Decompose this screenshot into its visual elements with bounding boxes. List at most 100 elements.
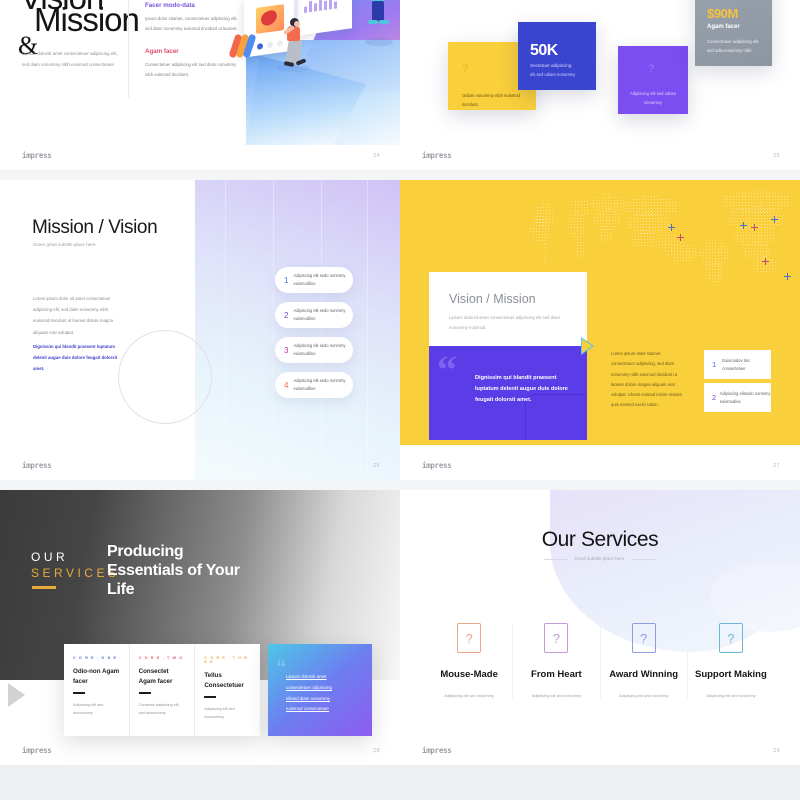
brand-logo: impress xyxy=(22,746,52,755)
numbered-pill-1[interactable]: 1 Adipiscing elit sedo nonmmy euismodlin… xyxy=(275,267,353,293)
map-pin-6[interactable] xyxy=(762,258,769,265)
pill-text: Adipiscing elit sedo nonmmy euismodlino xyxy=(293,273,346,286)
slide4-white-card: Vision / Mission Lipsum dolorsit amet co… xyxy=(429,272,587,346)
pill-text: Adipiscing elit sedo nonmmy euismodlino xyxy=(293,343,346,356)
quote-mark-icon: “ xyxy=(437,347,457,392)
feature-title: Support Making xyxy=(694,669,767,680)
slide5-gradient-links-card: “ Lipsum dolorsit amet consectetuer adip… xyxy=(268,644,372,736)
box-text: Euismodov tinc consectetuer xyxy=(722,357,751,371)
map-pin-4[interactable] xyxy=(751,224,758,231)
pill-number: 3 xyxy=(284,345,289,355)
link-item[interactable]: Lipsum dolorsit amet xyxy=(286,672,364,683)
slide-thumbnail-kpi-cards[interactable]: nibh euismod consectetuer. ? Odiam nonum… xyxy=(400,0,800,170)
core-card-one[interactable]: C O R E . O N E Odio-non Agam facer Adip… xyxy=(64,644,130,736)
core-card-rule xyxy=(204,696,217,699)
kpi-card-blue-body: elit sed odiam nonummy xyxy=(530,72,576,77)
slide3-paragraph-accent: Dignissim qui blandit praesent luptatum … xyxy=(33,344,118,372)
slide-page-number: 29 xyxy=(773,748,780,754)
core-card-rule xyxy=(73,692,85,695)
slide-deck-grid: Vision Mission & Lipsum dolorsit amet co… xyxy=(0,0,800,800)
deck-row-gap xyxy=(0,170,800,180)
play-button-inner xyxy=(582,339,592,353)
slide3-title: Mission / Vision xyxy=(32,217,158,238)
core-card-kicker: C O R E . T H R E E xyxy=(204,656,249,664)
slide3-subtitle: Some great subtitle place here. xyxy=(33,242,97,247)
slide6-feature-row: ? Mouse-Made Adipiscing elit sed nonummy… xyxy=(426,623,774,698)
feature-body: Adipiscing elit sed nonummy xyxy=(444,692,494,698)
box-number: 2 xyxy=(712,393,717,402)
kpi-card-blue-subtitle: Sectetuer adipiscing xyxy=(530,63,572,68)
kpi-card-gray[interactable]: $90M Agam facer Consectetuer adipiscing … xyxy=(695,0,772,66)
slide4-numbered-box-1[interactable]: 1 Euismodov tinc consectetuer xyxy=(704,350,771,379)
slide-page-number: 27 xyxy=(773,463,780,469)
slide3-paragraph: Lorem ipsum dolor sit amet consectetuer … xyxy=(33,296,114,335)
slide-thumbnail-vision-mission-map[interactable]: Vision / Mission Lipsum dolorsit amet co… xyxy=(400,180,800,480)
isometric-illustration xyxy=(220,0,400,145)
question-icon: ? xyxy=(631,623,656,653)
core-card-title: Consectet Agam facer xyxy=(138,668,173,685)
core-card-two[interactable]: C O R E . T W O Consectet Agam facer Con… xyxy=(130,644,196,736)
kpi-card-yellow-body: Odiam nonummy nibh euismod tincidunt. xyxy=(462,93,520,108)
question-icon: ? xyxy=(648,63,655,75)
kpi-card-gray-value: $90M xyxy=(707,6,738,21)
deck-row-gap xyxy=(0,480,800,490)
pill-text: Adipiscing elit sedo nonmmy euismodlino xyxy=(293,308,346,321)
slide4-subtitle: Lipsum dolorsit amet consectetuer adipis… xyxy=(449,315,561,330)
slide1-vertical-divider xyxy=(128,0,129,98)
core-card-three[interactable]: C O R E . T H R E E Tellus Consectetuer … xyxy=(195,644,260,736)
play-button-icon[interactable] xyxy=(8,683,25,707)
illustration-person-secondary xyxy=(368,0,390,38)
question-icon: ? xyxy=(457,623,482,653)
core-card-rule xyxy=(138,692,151,695)
link-item[interactable]: consectetuer adipiscing xyxy=(286,683,364,694)
feature-body: Adipiscing elit sed nonummy xyxy=(531,692,582,698)
slide3-gradient-panel xyxy=(195,180,400,480)
core-card-body: Adipiscing elit sed donommmy xyxy=(73,703,104,716)
illustration-shadow-b xyxy=(365,38,393,46)
slide-thumbnail-our-services-dark[interactable]: OUR SERVICES Producing Essentials of You… xyxy=(0,490,400,765)
pill-number: 2 xyxy=(284,310,289,320)
core-card-title: Odio-non Agam facer xyxy=(73,668,120,685)
map-pin-1[interactable] xyxy=(668,224,675,231)
slide5-core-card-group: C O R E . O N E Odio-non Agam facer Adip… xyxy=(64,644,260,736)
numbered-pill-4[interactable]: 4 Adipiscing elit sedo nonmmy euismodlin… xyxy=(275,372,353,398)
slide6-title: Our Services xyxy=(541,528,659,551)
feature-item-support-making[interactable]: ? Support Making Adipiscing elit sed non… xyxy=(688,623,774,698)
illustration-ribbon xyxy=(228,33,257,60)
slide5-headline: Producing Essentials of Your Life xyxy=(107,543,240,598)
slide4-numbered-box-2[interactable]: 2 Adipiscing elitsedo nonmmy euismodiva xyxy=(704,383,771,412)
kpi-card-purple[interactable]: ? Adipiscing elit sed odiam nonummy xyxy=(618,46,688,114)
slide-thumbnail-our-services-icons[interactable]: Our Services Good subtitle place here. ?… xyxy=(400,490,800,765)
slide-thumbnail-mission-vision[interactable]: Mission / Vision Some great subtitle pla… xyxy=(0,180,400,480)
feature-title: Award Winning xyxy=(609,669,679,680)
feature-item-award-winning[interactable]: ? Award Winning Adipiscing elit sed nonu… xyxy=(601,623,688,698)
kpi-card-blue[interactable]: 50K Sectetuer adipiscing elit sed odiam … xyxy=(518,22,596,90)
feature-title: Mouse-Made xyxy=(440,669,498,680)
core-card-kicker: C O R E . T W O xyxy=(138,656,184,660)
map-pin-2[interactable] xyxy=(677,234,684,241)
brand-logo: impress xyxy=(22,461,52,470)
kpi-card-purple-body: Adipiscing elit sed odiam nonummy xyxy=(629,91,677,106)
map-pin-5[interactable] xyxy=(771,216,778,223)
pill-number: 4 xyxy=(284,380,289,390)
pill-text: Adipiscing elit sedo nonmmy euismodlino xyxy=(293,378,346,391)
numbered-pill-3[interactable]: 3 Adipiscing elit sedo nonmmy euismodlin… xyxy=(275,337,353,363)
question-icon: ? xyxy=(718,623,743,653)
feature-item-mouse-made[interactable]: ? Mouse-Made Adipiscing elit sed nonummy xyxy=(426,623,514,698)
feature-title: From Heart xyxy=(531,669,582,680)
slide-thumbnail-vision-mission-intro[interactable]: Vision Mission & Lipsum dolorsit amet co… xyxy=(0,0,400,170)
question-icon: ? xyxy=(544,623,569,653)
link-item[interactable]: euismod consectetuer xyxy=(286,704,364,715)
slide3-decorative-circle xyxy=(118,330,212,424)
slide5-link-list: Lipsum dolorsit amet consectetuer adipis… xyxy=(286,672,364,715)
slide5-accent-underline xyxy=(32,586,56,589)
core-card-body: Consecte adipiscing elit sed donommmy xyxy=(138,703,179,716)
link-item[interactable]: elitsed diam nonummy xyxy=(286,694,364,705)
numbered-pill-2[interactable]: 2 Adipiscing elit sedo nonmmy euismodlin… xyxy=(275,302,353,328)
map-pin-3[interactable] xyxy=(740,222,747,229)
feature-item-from-heart[interactable]: ? From Heart Adipiscing elit sed nonummy xyxy=(513,623,601,698)
map-pin-7[interactable] xyxy=(784,273,791,280)
illustration-person-primary xyxy=(282,18,308,70)
brand-logo: impress xyxy=(422,461,452,470)
kpi-card-gray-body: Consectetuer adipiscing elit sed odia no… xyxy=(707,39,759,54)
